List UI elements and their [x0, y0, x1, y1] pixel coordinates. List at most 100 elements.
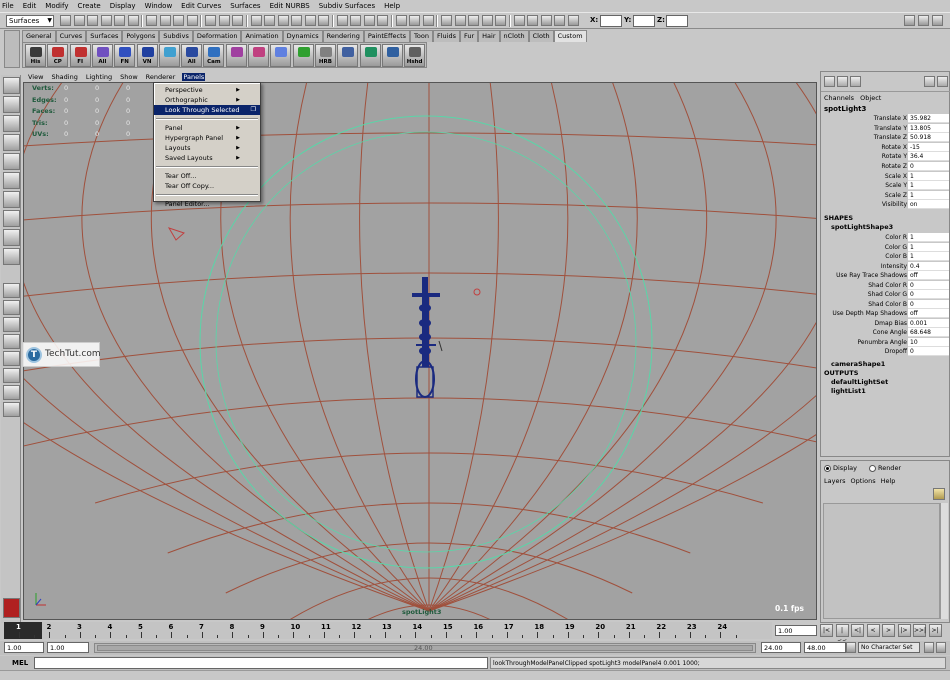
playback-button-2[interactable]: <|: [851, 624, 864, 637]
shelf-tab-toon[interactable]: Toon: [410, 30, 433, 42]
panel-menu-show[interactable]: Show: [119, 73, 139, 81]
shelf-tab-ncloth[interactable]: nCloth: [499, 30, 529, 42]
channel-row-translate-x[interactable]: Translate X 35.982: [821, 114, 949, 124]
channel-row-shad-color-r[interactable]: Shad Color R0: [821, 280, 949, 291]
shelf-button-all[interactable]: All: [91, 44, 113, 67]
menu-set-select[interactable]: Surfaces ▼: [6, 15, 54, 27]
status-tool-icon[interactable]: [291, 15, 302, 26]
channel-box-layout3-icon[interactable]: [850, 76, 861, 87]
status-tool-icon[interactable]: [73, 15, 85, 26]
channel-row-use-depth-map-shadows[interactable]: Use Depth Map Shadows off: [821, 309, 949, 319]
shelf-button-cp[interactable]: CP: [47, 44, 69, 67]
shelf-button-tool-12[interactable]: [292, 44, 314, 67]
channel-value[interactable]: 1: [908, 171, 949, 181]
status-tool-icon[interactable]: [554, 15, 565, 26]
perspective-viewport[interactable]: Verts: 0 0 0 Edges: 0 0 0 Faces: 0 0 0 Tris: 0 0 0 UVs: 0…: [23, 82, 817, 620]
menu-modify[interactable]: Modify: [45, 2, 68, 10]
menu-item-panel[interactable]: Panel ▶: [154, 123, 260, 133]
channel-value[interactable]: on: [908, 200, 949, 210]
channel-row-rotate-z[interactable]: Rotate Z0: [821, 162, 949, 172]
paint-select-icon[interactable]: [3, 115, 20, 132]
current-time-field[interactable]: 1.00: [775, 625, 817, 636]
shelf-tab-polygons[interactable]: Polygons: [122, 30, 160, 42]
shelf-tab-animation[interactable]: Animation: [241, 30, 283, 42]
shelf-tab-deformation[interactable]: Deformation: [192, 30, 242, 42]
shelf-tab-subdivs[interactable]: Subdivs: [159, 30, 193, 42]
new-layer-icon[interactable]: [933, 488, 945, 500]
channel-value[interactable]: 50.918: [908, 133, 949, 143]
menu-file[interactable]: File: [2, 2, 14, 10]
status-tool-icon[interactable]: [127, 15, 139, 26]
layer-menu-layers[interactable]: Layers: [824, 477, 846, 485]
channel-value[interactable]: 0: [908, 290, 949, 299]
shelf-tab-custom[interactable]: Custom: [553, 30, 587, 42]
status-tool-icon[interactable]: [377, 15, 388, 26]
shelf-button-vn[interactable]: VN: [136, 44, 158, 67]
menu-item-orthographic[interactable]: Orthographic ▶: [154, 95, 260, 105]
layer-menu-help[interactable]: Help: [881, 477, 896, 485]
status-tool-icon[interactable]: [232, 15, 243, 26]
character-set-icon[interactable]: [846, 642, 856, 653]
status-tool-icon[interactable]: [304, 15, 316, 26]
status-tool-icon[interactable]: [173, 15, 184, 26]
shelf-tab-cloth[interactable]: Cloth: [528, 30, 554, 42]
character-set-select[interactable]: No Character Set: [858, 642, 920, 653]
channel-row-scale-y[interactable]: Scale Y1: [821, 181, 949, 191]
channel-row-intensity[interactable]: Intensity 0.4: [821, 261, 949, 272]
panel-menu-view[interactable]: View: [27, 73, 44, 81]
mel-label[interactable]: MEL: [12, 659, 28, 667]
menu-item-look-through-selected[interactable]: Look Through Selected ❐: [154, 105, 260, 115]
tool-settings-toggle-icon[interactable]: [932, 15, 943, 26]
menu-edit-curves[interactable]: Edit Curves: [181, 2, 221, 10]
shelf-button-tool-10[interactable]: [248, 44, 269, 67]
radio-button[interactable]: [824, 464, 831, 472]
shelf-tab-painteffects[interactable]: PaintEffects: [363, 30, 411, 42]
status-tool-icon[interactable]: [60, 15, 71, 26]
last-tool-icon[interactable]: [3, 248, 20, 265]
menu-surfaces[interactable]: Surfaces: [230, 2, 260, 10]
menu-display[interactable]: Display: [110, 2, 136, 10]
two-pane-layout-icon[interactable]: [3, 317, 20, 332]
channel-value[interactable]: 0: [908, 162, 949, 171]
channel-row-dmap-bias[interactable]: Dmap Bias 0.001: [821, 318, 949, 329]
channel-row-color-r[interactable]: Color R1: [821, 233, 949, 243]
status-tool-icon[interactable]: [336, 15, 348, 26]
playback-button-4[interactable]: >: [882, 624, 895, 637]
channel-row-shad-color-g[interactable]: Shad Color G0: [821, 290, 949, 300]
current-time-marker[interactable]: [4, 622, 42, 639]
status-tool-icon[interactable]: [495, 15, 506, 26]
shelf-tab-rendering[interactable]: Rendering: [322, 30, 364, 42]
channel-row-scale-z[interactable]: Scale Z1: [821, 190, 949, 201]
soft-mod-icon[interactable]: [3, 210, 20, 227]
scale-tool-icon[interactable]: [3, 172, 20, 189]
status-tool-icon[interactable]: [540, 15, 552, 26]
shelf-button-tool-6[interactable]: [158, 44, 180, 67]
menu-item-perspective[interactable]: Perspective ▶: [154, 85, 260, 95]
shelf-button-fi[interactable]: FI: [69, 44, 91, 67]
status-tool-icon[interactable]: [205, 15, 216, 26]
range-slider-bar[interactable]: 24.00: [94, 643, 756, 653]
menu-item-panel-editor[interactable]: Panel Editor...: [154, 199, 260, 209]
channel-value[interactable]: 10: [908, 337, 949, 347]
channel-row-visibility[interactable]: Visibility on: [821, 200, 949, 210]
menu-window[interactable]: Window: [145, 2, 173, 10]
channel-value[interactable]: off: [908, 271, 949, 280]
channel-value[interactable]: 0: [908, 280, 949, 290]
rotate-tool-icon[interactable]: [3, 153, 20, 170]
shelf-tab-curves[interactable]: Curves: [55, 30, 87, 42]
menu-item-tear-off[interactable]: Tear Off...: [154, 171, 260, 181]
channels-menu[interactable]: Channels: [824, 94, 854, 102]
status-tool-icon[interactable]: [218, 15, 230, 26]
channel-value[interactable]: 1: [908, 190, 949, 200]
option-box-icon[interactable]: ❐: [251, 105, 256, 115]
channel-row-cone-angle[interactable]: Cone Angle 68.648: [821, 328, 949, 338]
shelf-button-fn[interactable]: FN: [114, 44, 136, 67]
status-tool-icon[interactable]: [409, 15, 420, 26]
coord-y-field[interactable]: [633, 15, 655, 27]
shelf-button-hrb[interactable]: HRB: [314, 44, 336, 67]
select-tool-icon[interactable]: [3, 77, 20, 94]
playback-end-field[interactable]: 24.00: [761, 642, 801, 653]
channel-row-use-ray-trace-shadows[interactable]: Use Ray Trace Shadows off: [821, 271, 949, 281]
channel-value[interactable]: 1: [908, 252, 949, 261]
shelf-button-tool-11[interactable]: [270, 44, 292, 67]
